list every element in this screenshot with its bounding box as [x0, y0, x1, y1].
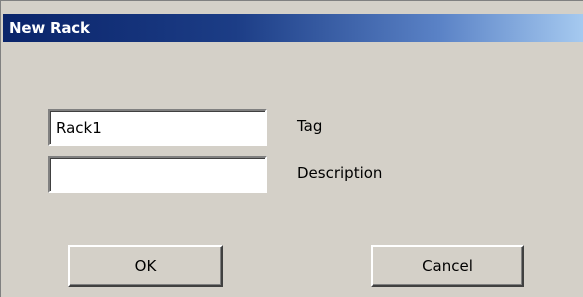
tag-label: Tag — [297, 117, 323, 135]
tag-input[interactable] — [48, 109, 267, 146]
description-label: Description — [297, 164, 383, 182]
ok-button[interactable]: OK — [68, 245, 223, 287]
description-input[interactable] — [48, 156, 267, 193]
new-rack-dialog: New Rack Tag Description OK Cancel — [0, 0, 583, 297]
cancel-button[interactable]: Cancel — [371, 245, 524, 287]
title-bar[interactable]: New Rack — [3, 14, 583, 42]
window-title: New Rack — [9, 19, 90, 37]
